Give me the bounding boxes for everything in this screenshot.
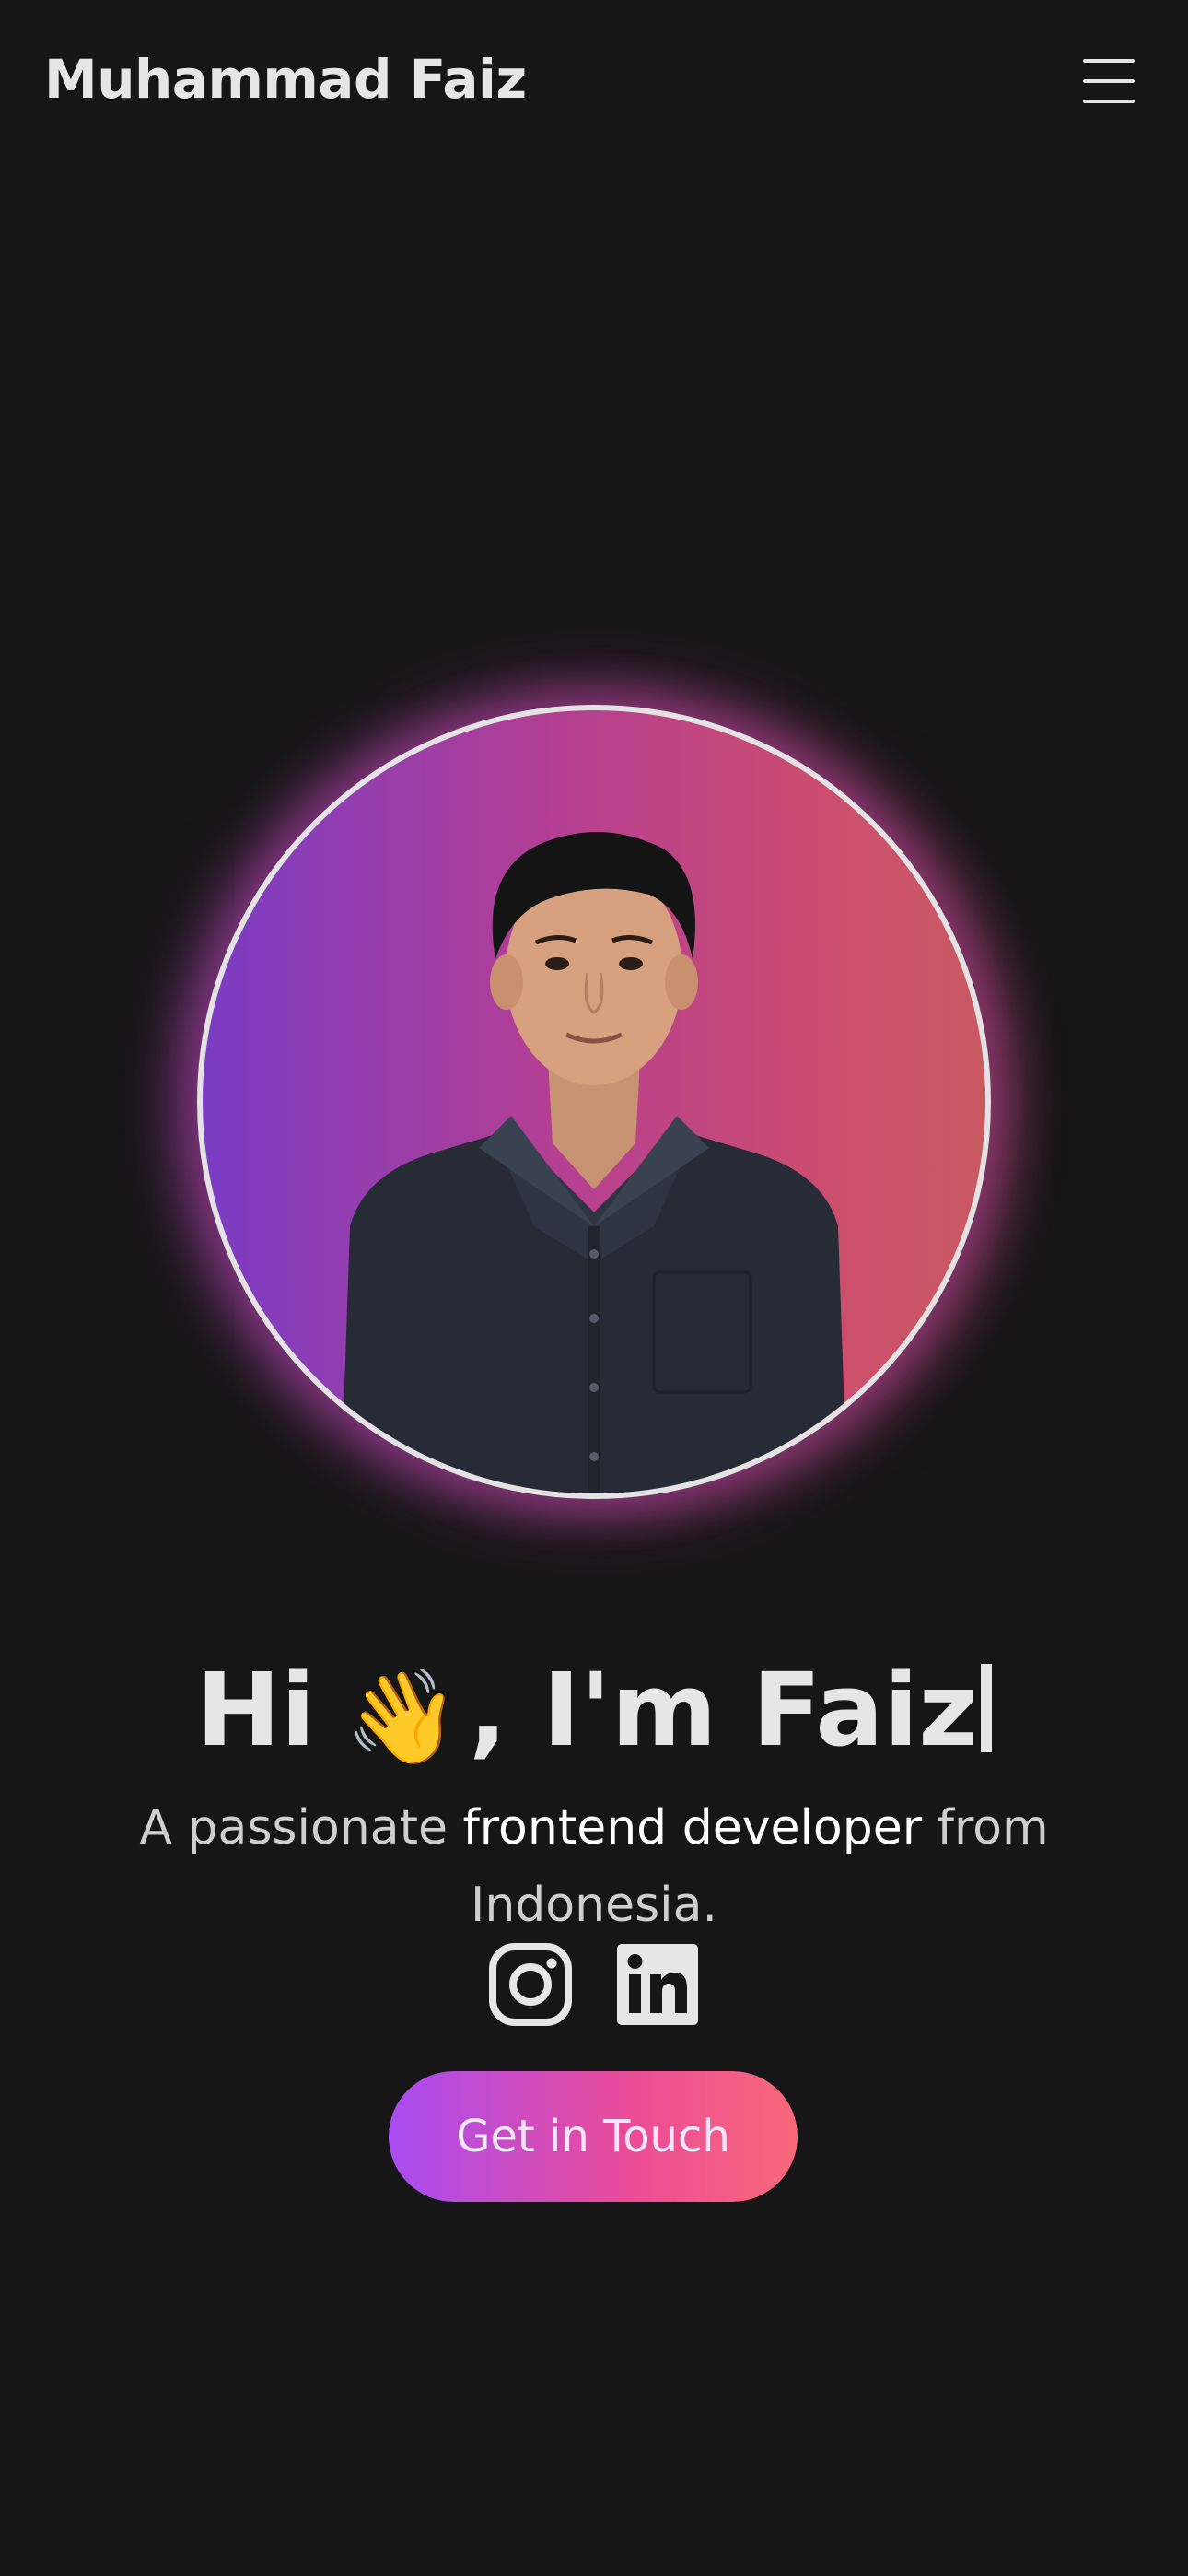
get-in-touch-button[interactable]: Get in Touch [389,2071,798,2202]
typing-cursor [981,1663,993,1752]
avatar-glow [197,705,991,1499]
hamburger-menu-icon[interactable] [1079,53,1138,109]
instagram-icon[interactable] [488,1942,573,2027]
menu-bar [1083,100,1135,103]
tagline-part1: A passionate [139,1800,463,1856]
avatar-portrait [341,832,847,1493]
avatar [197,705,991,1499]
greeting-name: , I'm Faiz [469,1650,978,1769]
menu-bar [1083,79,1135,83]
site-title[interactable]: Muhammad Faiz [44,48,527,111]
tagline-highlight: frontend developer [462,1800,923,1856]
social-links [0,1942,1188,2027]
tagline: A passionate frontend developer from Ind… [92,1789,1096,1944]
menu-bar [1083,59,1135,63]
waving-hand-icon: 👋 [344,1662,460,1771]
greeting-prefix: Hi [195,1650,316,1769]
linkedin-icon[interactable] [615,1942,700,2027]
greeting-heading: Hi 👋, I'm Faiz [0,1645,1188,1782]
navbar: Muhammad Faiz [0,0,1188,166]
